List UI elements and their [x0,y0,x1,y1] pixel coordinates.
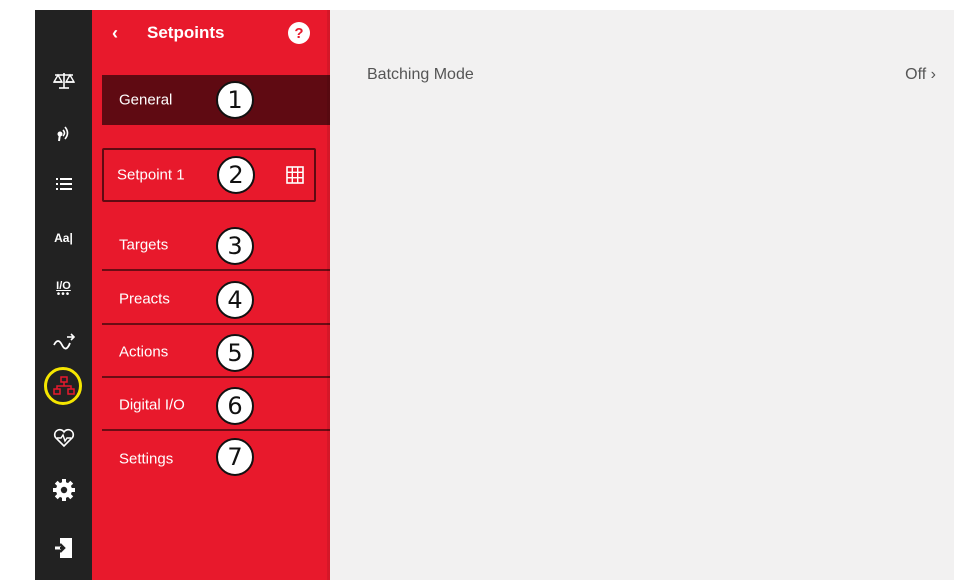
rail-health-button[interactable] [35,420,92,456]
callout-badge: 5 [216,334,254,372]
nav-item-settings[interactable]: Settings 7 [102,434,330,484]
setpoints-panel: ‹ Setpoints ? General 1 Setpoint 1 2 Tar… [92,10,330,580]
rail-text-button[interactable]: Aa| [35,220,92,256]
scale-icon [52,73,75,89]
help-button[interactable]: ? [288,22,310,44]
rail-network-button[interactable] [35,368,92,404]
chevron-left-icon: ‹ [112,22,118,43]
nav-item-label: General [119,91,173,109]
panel-title: Setpoints [147,23,225,42]
network-icon [52,376,75,395]
rail-scale-button[interactable] [35,63,92,99]
app-window: Aa| I/O ••• ‹ Setpoints ? General 1 Setp… [0,0,954,580]
rail-io-button[interactable]: I/O ••• [35,272,92,308]
rail-wireless-button[interactable] [35,114,92,150]
back-button[interactable]: ‹ [106,22,124,44]
wireless-icon [57,126,68,142]
nav-item-setpoint-1[interactable]: Setpoint 1 2 [102,148,316,202]
batching-mode-row[interactable]: Batching Mode Off › [330,10,954,83]
nav-item-label: Digital I/O [119,396,185,414]
help-icon: ? [294,24,304,42]
rail-settings-button[interactable] [35,472,92,508]
nav-item-digital-io[interactable]: Digital I/O 6 [102,381,330,431]
nav-item-actions[interactable]: Actions 5 [102,328,330,378]
nav-item-general[interactable]: General 1 [102,75,330,125]
callout-badge: 2 [217,156,255,194]
callout-badge: 4 [216,281,254,319]
batching-mode-label: Batching Mode [367,66,474,83]
rail-signal-button[interactable] [35,324,92,360]
nav-item-label: Settings [119,450,174,468]
text-icon: Aa| [54,231,73,245]
icon-rail: Aa| I/O ••• [35,10,92,580]
nav-item-label: Targets [119,236,169,254]
content-area: Batching Mode Off › [330,10,954,580]
io-icon: I/O ••• [56,280,71,300]
list-icon [55,178,72,190]
rail-logout-button[interactable] [35,530,92,566]
callout-badge: 7 [216,438,254,476]
nav-item-label: Setpoint 1 [117,166,185,184]
callout-badge: 3 [216,227,254,265]
signal-icon [52,333,75,350]
nav-item-label: Actions [119,343,169,361]
rail-list-button[interactable] [35,166,92,202]
gear-icon [52,479,75,501]
callout-badge: 6 [216,387,254,425]
grid-icon[interactable] [286,166,304,184]
batching-mode-value: Off › [905,66,936,83]
nav-item-preacts[interactable]: Preacts 4 [102,275,330,325]
nav-item-targets[interactable]: Targets 3 [102,221,330,271]
nav-item-label: Preacts [119,290,170,308]
callout-badge: 1 [216,81,254,119]
health-icon [53,428,74,448]
logout-icon [53,538,72,558]
